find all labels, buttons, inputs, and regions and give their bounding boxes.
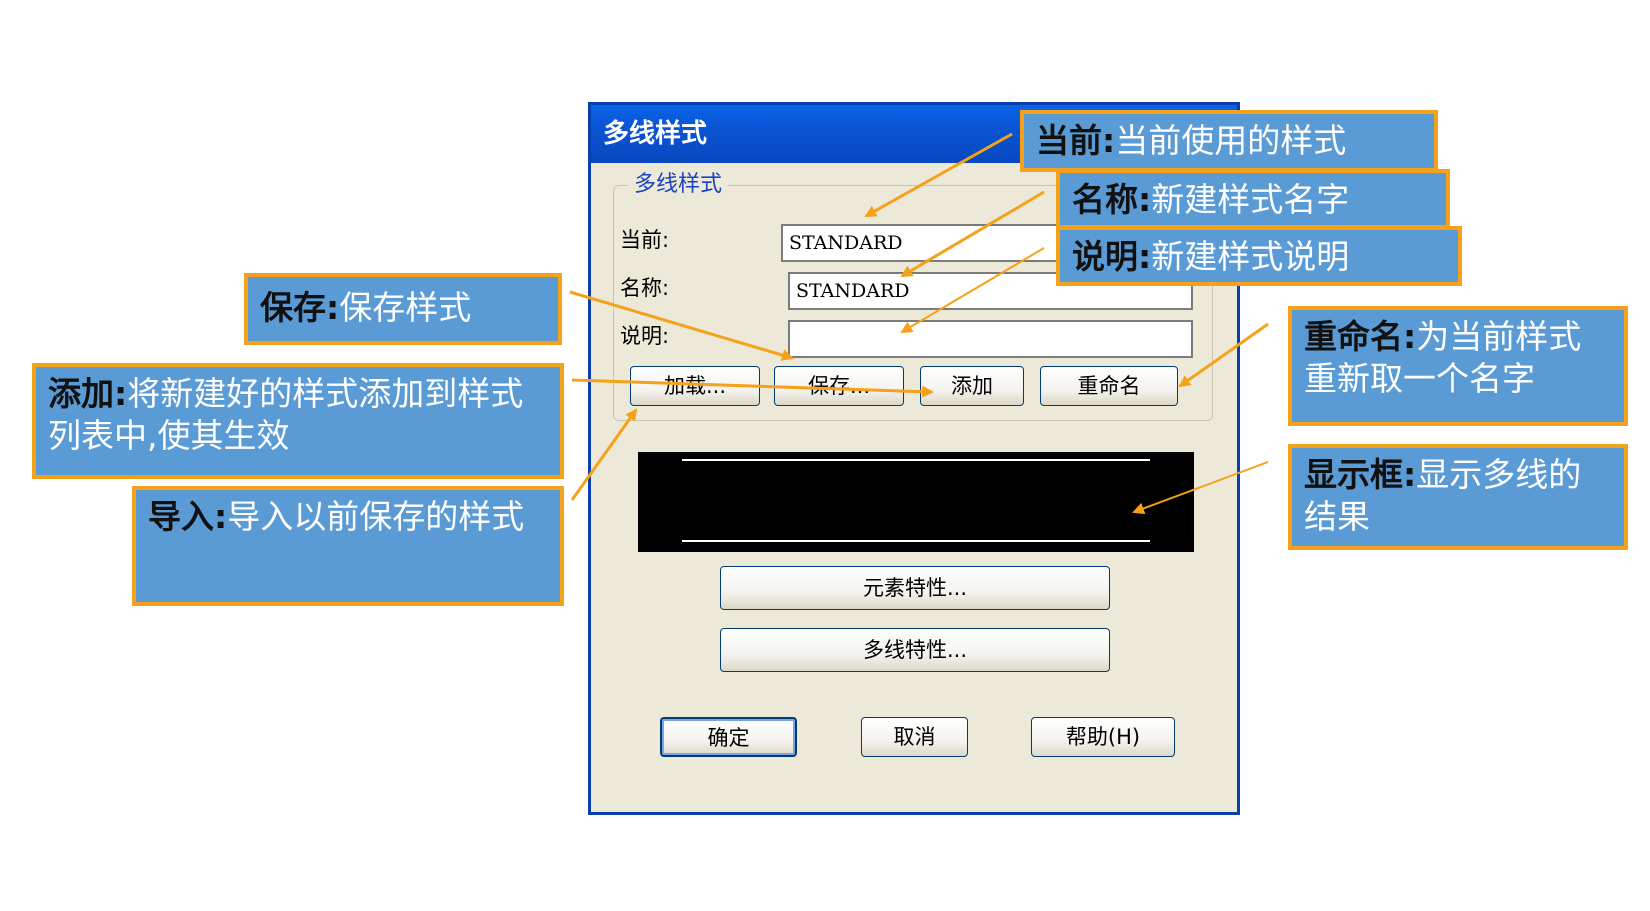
callout-name: 名称:新建样式名字 <box>1056 169 1450 229</box>
callout-display: 显示框:显示多线的结果 <box>1288 444 1628 550</box>
arrow-description <box>900 247 1045 334</box>
arrow-display <box>1132 461 1269 515</box>
arrow-current <box>864 132 1013 218</box>
callout-rename: 重命名:为当前样式重新取一个名字 <box>1288 306 1628 426</box>
callout-description: 说明:新建样式说明 <box>1056 226 1462 286</box>
callout-name-desc: 新建样式名字 <box>1151 180 1350 219</box>
callout-add-term: 添加: <box>48 374 128 413</box>
callout-current: 当前:当前使用的样式 <box>1020 110 1438 172</box>
arrow-name <box>900 190 1045 278</box>
arrow-rename <box>1178 322 1269 388</box>
callout-save-desc: 保存样式 <box>339 288 472 327</box>
callout-rename-term: 重命名: <box>1304 317 1417 356</box>
callout-save: 保存:保存样式 <box>244 273 562 345</box>
callout-add: 添加:将新建好的样式添加到样式列表中,使其生效 <box>32 363 564 479</box>
callout-import: 导入:导入以前保存的样式 <box>132 486 564 606</box>
callout-description-desc: 新建样式说明 <box>1151 237 1350 276</box>
callout-import-term: 导入: <box>148 497 228 536</box>
arrow-add <box>571 378 934 398</box>
callout-save-term: 保存: <box>260 288 340 327</box>
callout-current-term: 当前: <box>1036 121 1116 160</box>
arrow-save <box>569 290 794 361</box>
arrow-import <box>570 408 638 501</box>
callout-description-term: 说明: <box>1072 237 1152 276</box>
callout-display-term: 显示框: <box>1304 455 1417 494</box>
callout-name-term: 名称: <box>1072 180 1152 219</box>
callout-current-desc: 当前使用的样式 <box>1115 121 1347 160</box>
callout-import-desc: 导入以前保存的样式 <box>227 497 525 536</box>
